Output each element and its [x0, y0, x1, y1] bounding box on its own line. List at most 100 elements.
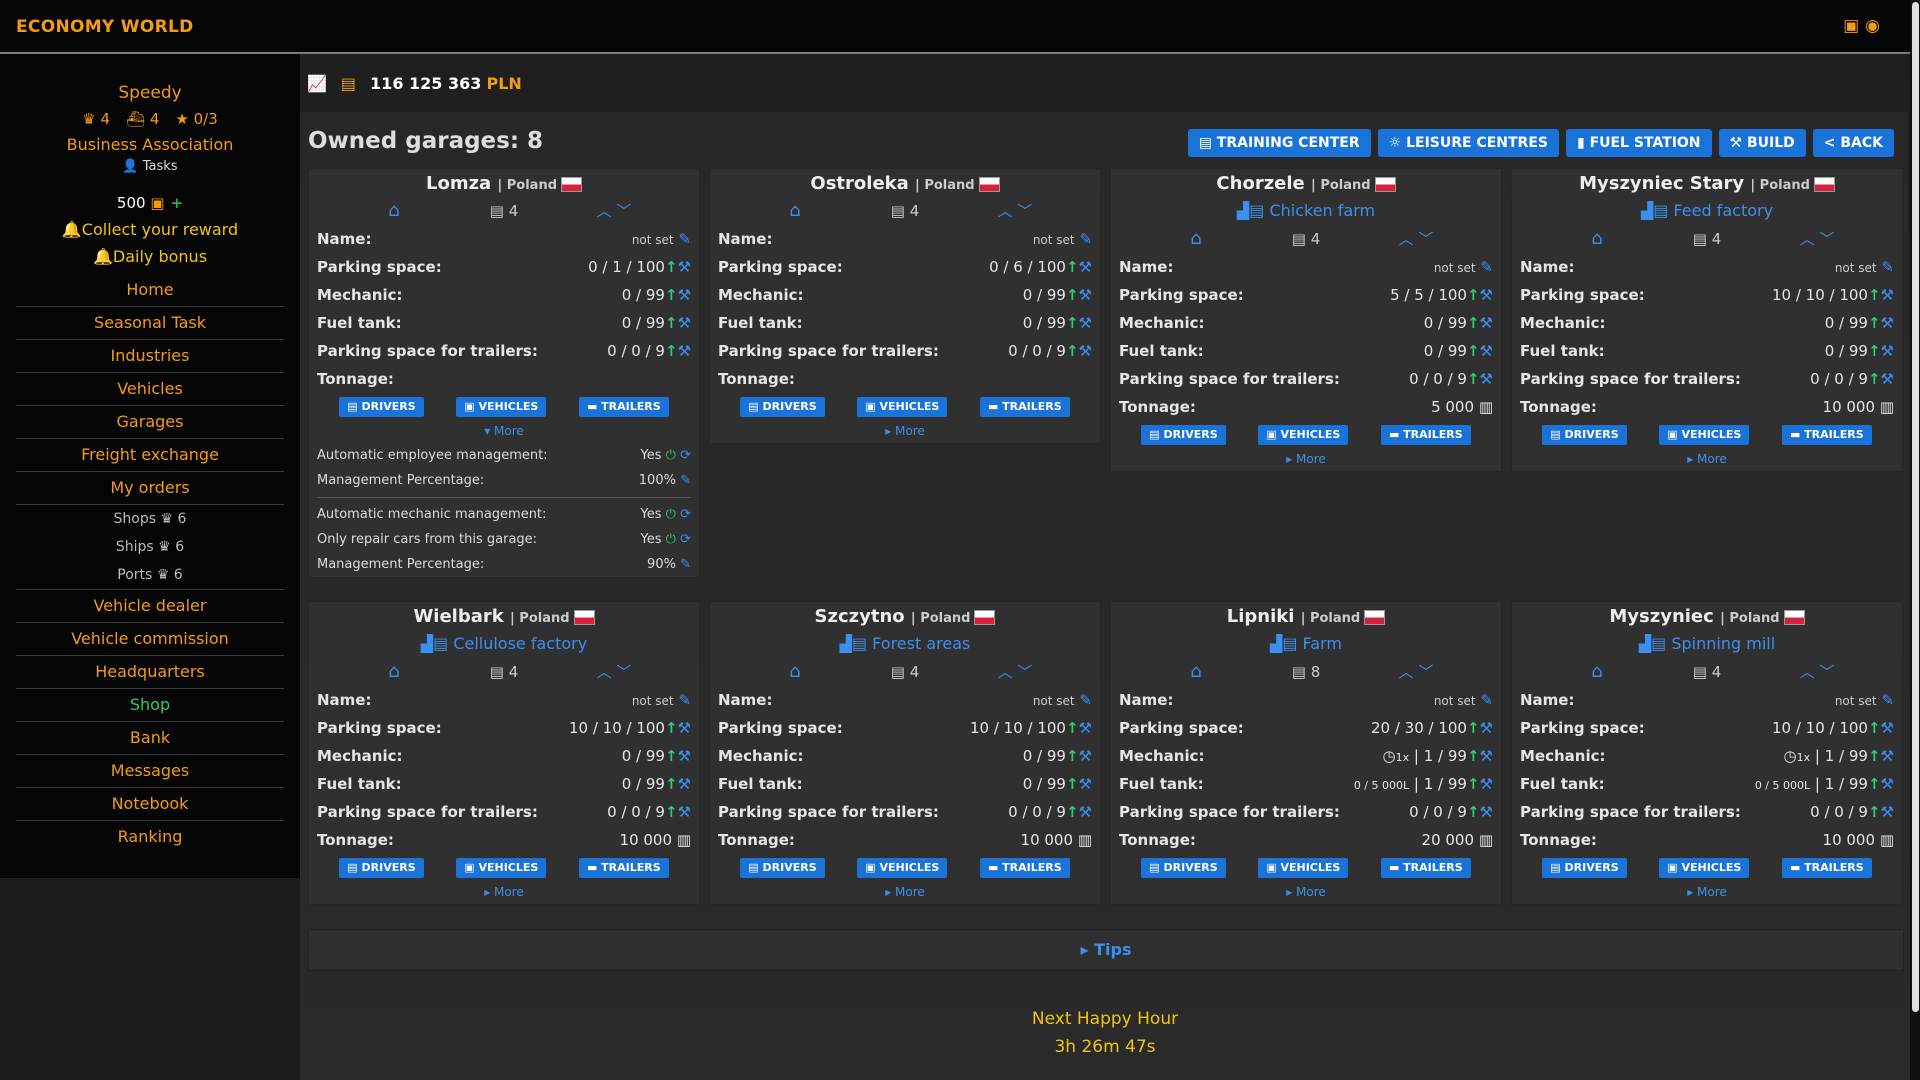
nav-ports[interactable]: Ports ♛ 6: [16, 561, 284, 589]
edit-icon[interactable]: ✎: [678, 691, 691, 709]
edit-icon[interactable]: ✎: [1881, 691, 1894, 709]
upgrade-arrow-icon[interactable]: ↑: [1066, 342, 1079, 360]
hammer-icon[interactable]: ⚒: [678, 803, 691, 821]
upgrade-arrow-icon[interactable]: ↑: [1467, 747, 1480, 765]
hammer-icon[interactable]: ⚒: [1079, 314, 1092, 332]
vehicles-button[interactable]: ▣ VEHICLES: [1659, 858, 1750, 878]
hammer-icon[interactable]: ⚒: [678, 286, 691, 304]
hammer-icon[interactable]: ⚒: [1881, 719, 1894, 737]
nav-industries[interactable]: Industries: [16, 340, 284, 373]
drivers-button[interactable]: ▤ DRIVERS: [339, 397, 424, 417]
upgrade-arrow-icon[interactable]: ↑: [1066, 747, 1079, 765]
vehicles-button[interactable]: ▣ VEHICLES: [1258, 425, 1349, 445]
nav-home[interactable]: Home: [16, 274, 284, 307]
hammer-icon[interactable]: ⚒: [1079, 803, 1092, 821]
hammer-icon[interactable]: ⚒: [678, 719, 691, 737]
home-icon[interactable]: ⌂: [1141, 225, 1251, 253]
nav-shops[interactable]: Shops ♛ 6: [16, 505, 284, 533]
reorder-arrows-icon[interactable]: ︿ ﹀: [960, 197, 1070, 225]
reorder-arrows-icon[interactable]: ︿ ﹀: [1762, 225, 1872, 253]
home-icon[interactable]: ⌂: [1141, 658, 1251, 686]
home-icon[interactable]: ⌂: [1542, 658, 1652, 686]
hammer-icon[interactable]: ⚒: [1881, 747, 1894, 765]
hammer-icon[interactable]: ⚒: [678, 775, 691, 793]
refresh-icon[interactable]: ⟳: [680, 448, 691, 463]
trailers-button[interactable]: ▬ TRAILERS: [1380, 425, 1471, 445]
upgrade-arrow-icon[interactable]: ↑: [1467, 314, 1480, 332]
drivers-button[interactable]: ▤ DRIVERS: [1141, 858, 1226, 878]
collect-reward-link[interactable]: 🔔Collect your reward: [0, 220, 300, 239]
vehicles-button[interactable]: ▣ VEHICLES: [857, 397, 948, 417]
upgrade-arrow-icon[interactable]: ↑: [1066, 803, 1079, 821]
nav-freight-exchange[interactable]: Freight exchange: [16, 439, 284, 472]
upgrade-arrow-icon[interactable]: ↑: [1868, 775, 1881, 793]
hammer-icon[interactable]: ⚒: [1079, 286, 1092, 304]
username[interactable]: Speedy: [0, 83, 300, 103]
upgrade-arrow-icon[interactable]: ↑: [665, 286, 678, 304]
trailers-button[interactable]: ▬ TRAILERS: [1781, 425, 1872, 445]
nav-headquarters[interactable]: Headquarters: [16, 656, 284, 689]
upgrade-arrow-icon[interactable]: ↑: [665, 747, 678, 765]
edit-icon[interactable]: ✎: [1079, 691, 1092, 709]
back-button[interactable]: < BACK: [1812, 129, 1894, 157]
trailers-button[interactable]: ▬ TRAILERS: [578, 397, 669, 417]
more-toggle[interactable]: ▸ More: [309, 882, 699, 904]
hammer-icon[interactable]: ⚒: [678, 342, 691, 360]
nav-garages[interactable]: Garages: [16, 406, 284, 439]
edit-icon[interactable]: ✎: [680, 557, 691, 572]
hammer-icon[interactable]: ⚒: [1079, 719, 1092, 737]
nav-ships[interactable]: Ships ♛ 6: [16, 533, 284, 561]
reorder-arrows-icon[interactable]: ︿ ﹀: [1361, 225, 1471, 253]
industry-link[interactable]: ▟▤ Chicken farm: [1111, 197, 1501, 225]
home-icon[interactable]: ⌂: [740, 658, 850, 686]
hammer-icon[interactable]: ⚒: [678, 314, 691, 332]
fuel-station-button[interactable]: ▮ FUEL STATION: [1565, 129, 1712, 157]
edit-icon[interactable]: ✎: [680, 473, 691, 488]
tasks-link[interactable]: 👤 Tasks: [0, 159, 300, 174]
nav-vehicle-dealer[interactable]: Vehicle dealer: [16, 589, 284, 623]
hammer-icon[interactable]: ⚒: [1480, 775, 1493, 793]
drivers-button[interactable]: ▤ DRIVERS: [1141, 425, 1226, 445]
hammer-icon[interactable]: ⚒: [1079, 775, 1092, 793]
more-toggle[interactable]: ▸ More: [1512, 449, 1902, 471]
chart-icon[interactable]: 📈: [307, 74, 327, 93]
more-toggle[interactable]: ▸ More: [710, 421, 1100, 443]
vehicles-button[interactable]: ▣ VEHICLES: [857, 858, 948, 878]
upgrade-arrow-icon[interactable]: ↑: [1868, 286, 1881, 304]
upgrade-arrow-icon[interactable]: ↑: [1868, 719, 1881, 737]
nav-shop[interactable]: Shop: [16, 689, 284, 722]
leisure-centres-button[interactable]: ☼ LEISURE CENTRES: [1377, 129, 1559, 157]
upgrade-arrow-icon[interactable]: ↑: [1868, 370, 1881, 388]
upgrade-arrow-icon[interactable]: ↑: [1066, 775, 1079, 793]
upgrade-arrow-icon[interactable]: ↑: [1868, 314, 1881, 332]
more-toggle[interactable]: ▸ More: [710, 882, 1100, 904]
edit-icon[interactable]: ✎: [1079, 230, 1092, 248]
upgrade-arrow-icon[interactable]: ↑: [1868, 803, 1881, 821]
upgrade-arrow-icon[interactable]: ↑: [1467, 370, 1480, 388]
scrollbar[interactable]: [1910, 0, 1920, 1080]
upgrade-arrow-icon[interactable]: ↑: [1467, 342, 1480, 360]
hammer-icon[interactable]: ⚒: [1480, 286, 1493, 304]
trailers-button[interactable]: ▬ TRAILERS: [1380, 858, 1471, 878]
reorder-arrows-icon[interactable]: ︿ ﹀: [559, 658, 669, 686]
add-coins-icon[interactable]: +: [171, 194, 184, 212]
nav-messages[interactable]: Messages: [16, 755, 284, 788]
trailers-button[interactable]: ▬ TRAILERS: [979, 858, 1070, 878]
hammer-icon[interactable]: ⚒: [1480, 342, 1493, 360]
edit-icon[interactable]: ✎: [1881, 258, 1894, 276]
drivers-button[interactable]: ▤ DRIVERS: [740, 858, 825, 878]
hammer-icon[interactable]: ⚒: [1480, 314, 1493, 332]
upgrade-arrow-icon[interactable]: ↑: [1467, 286, 1480, 304]
refresh-icon[interactable]: ⟳: [680, 532, 691, 547]
hammer-icon[interactable]: ⚒: [678, 747, 691, 765]
more-toggle[interactable]: ▾ More: [309, 421, 699, 443]
notification-icon[interactable]: ▣: [1843, 16, 1859, 36]
reorder-arrows-icon[interactable]: ︿ ﹀: [1762, 658, 1872, 686]
power-icon[interactable]: ⏻: [666, 448, 676, 463]
nav-bank[interactable]: Bank: [16, 722, 284, 755]
upgrade-arrow-icon[interactable]: ↑: [1066, 258, 1079, 276]
nav-vehicles[interactable]: Vehicles: [16, 373, 284, 406]
hammer-icon[interactable]: ⚒: [1079, 258, 1092, 276]
hammer-icon[interactable]: ⚒: [1881, 775, 1894, 793]
home-icon[interactable]: ⌂: [339, 197, 449, 225]
